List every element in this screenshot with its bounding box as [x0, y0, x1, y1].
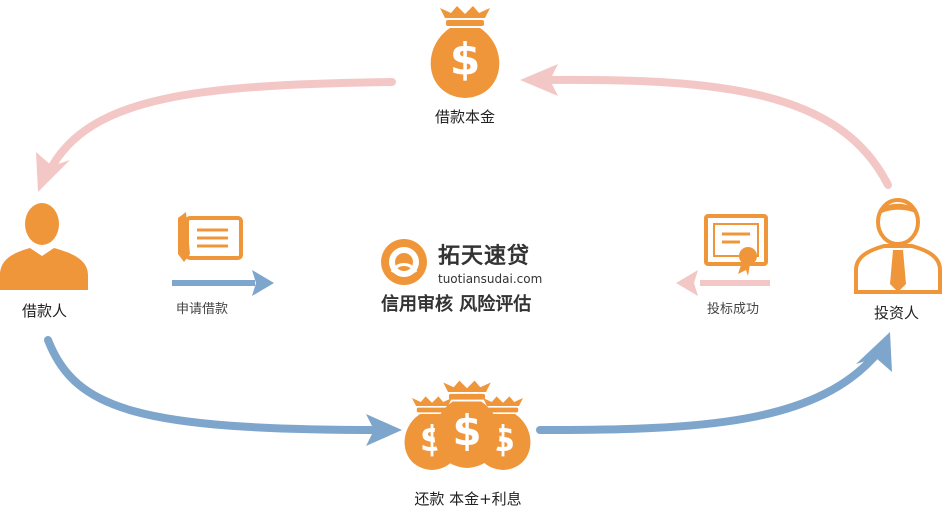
brand-name: 拓天速贷 — [438, 244, 531, 269]
bottom-arc-left — [44, 336, 384, 434]
apply-label: 申请借款 — [176, 302, 229, 317]
brand-logo-icon — [381, 239, 427, 285]
bid-arrowhead — [676, 270, 698, 296]
bid-success-label: 投标成功 — [707, 302, 760, 317]
businessman-icon — [854, 198, 942, 294]
brand-slogan: 信用审核 风险评估 — [381, 294, 532, 315]
certificate-icon — [704, 214, 768, 276]
top-arc-right — [536, 75, 892, 189]
bottom-bags-label: 还款 本金+利息 — [414, 490, 522, 508]
top-arc-left — [46, 78, 396, 174]
investor-label: 投资人 — [874, 304, 920, 322]
money-bag-icon — [434, 380, 500, 468]
money-bag-icon — [430, 6, 500, 98]
bottom-arc-right — [536, 346, 884, 434]
document-pen-icon — [178, 212, 243, 262]
borrower-label: 借款人 — [22, 302, 68, 320]
apply-arrowhead — [252, 270, 274, 296]
person-icon — [0, 203, 88, 290]
top-bag-label: 借款本金 — [434, 108, 496, 126]
brand-url: tuotiansudai.com — [438, 272, 543, 286]
